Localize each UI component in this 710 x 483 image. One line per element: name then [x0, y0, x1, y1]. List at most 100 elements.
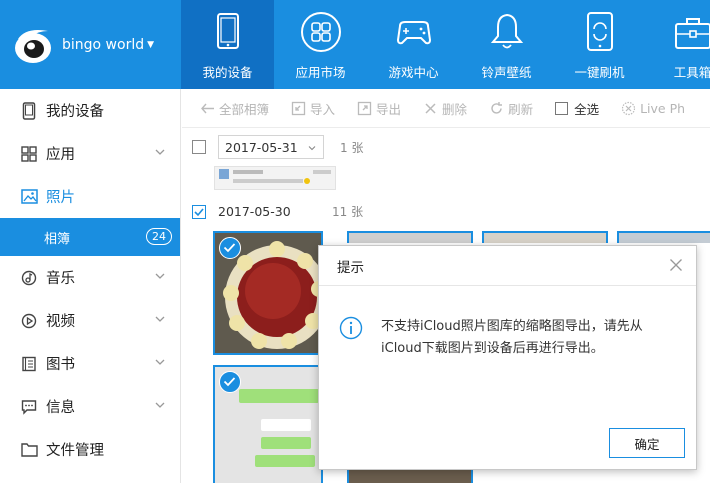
chevron-down-icon: [155, 359, 165, 365]
ok-button[interactable]: 确定: [609, 428, 685, 458]
nav-my-device[interactable]: 我的设备: [181, 0, 274, 89]
group-checkbox-checked[interactable]: [192, 204, 206, 219]
export-label: 导出: [376, 101, 402, 117]
chevron-down-icon: [308, 146, 316, 151]
album-count-badge: 24: [146, 228, 172, 245]
nav-one-click-flash[interactable]: 一键刷机: [553, 0, 646, 89]
toolbox-icon: [674, 18, 710, 49]
checkbox-icon: [555, 101, 569, 115]
photo-toolbar: 全部相簿 导入 导出 删除 刷新 全选 Live Ph: [182, 89, 710, 128]
nav-label: 游戏中心: [388, 65, 439, 80]
sidebar-item-albums[interactable]: 相簿 24: [0, 218, 180, 256]
sidebar-item-label: 音乐: [46, 271, 75, 287]
video-icon: [20, 312, 38, 330]
delete-label: 删除: [442, 101, 468, 117]
nav-label: 我的设备: [202, 65, 253, 80]
all-albums-button[interactable]: 全部相簿: [200, 99, 269, 118]
refresh-label: 刷新: [508, 101, 534, 117]
export-icon: [357, 101, 372, 115]
photo-thumbnail[interactable]: [617, 231, 710, 243]
sidebar-item-photos[interactable]: 照片: [0, 175, 180, 218]
apps-icon: [20, 145, 38, 163]
account-menu[interactable]: bingo world ▼: [0, 0, 181, 89]
chevron-down-icon: [155, 316, 165, 322]
selected-check-icon: [219, 237, 241, 259]
live-photo-button[interactable]: Live Ph: [621, 101, 685, 116]
nav-label: 应用市场: [295, 65, 346, 80]
sidebar-item-label: 信息: [46, 400, 75, 416]
phone-refresh-icon: [586, 12, 613, 51]
sidebar-item-label: 视频: [46, 314, 75, 330]
sidebar-item-music[interactable]: 音乐: [0, 256, 180, 299]
checkmark-icon: [194, 207, 204, 216]
selected-check-icon: [219, 371, 241, 393]
refresh-button[interactable]: 刷新: [489, 99, 533, 118]
dialog-title: 提示: [337, 259, 364, 276]
folder-icon: [20, 441, 38, 459]
music-icon: [20, 269, 38, 287]
sidebar-item-messages[interactable]: 信息: [0, 385, 180, 428]
chevron-down-icon: [155, 149, 165, 155]
close-icon[interactable]: [668, 257, 684, 273]
export-button[interactable]: 导出: [357, 99, 401, 118]
dialog-body: 不支持iCloud照片图库的缩略图导出，请先从iCloud下载图片到设备后再进行…: [339, 316, 681, 360]
import-icon: [291, 101, 306, 115]
group-checkbox[interactable]: [192, 140, 206, 154]
nav-game-center[interactable]: 游戏中心: [367, 0, 460, 89]
nav-ringtones-wallpapers[interactable]: 铃声壁纸: [460, 0, 553, 89]
group-count: 11 张: [332, 205, 364, 219]
live-photo-icon: [621, 101, 636, 115]
nav-label: 一键刷机: [574, 65, 625, 80]
sidebar-item-label: 我的设备: [46, 104, 104, 120]
sidebar-item-label: 图书: [46, 357, 75, 373]
top-header: bingo world ▼ 我的设备 应用市场 游戏中心 铃声壁纸 一键刷机 工…: [0, 0, 710, 89]
sidebar-item-label: 照片: [46, 190, 75, 206]
import-button[interactable]: 导入: [291, 99, 335, 118]
import-label: 导入: [310, 101, 336, 117]
account-name: bingo world ▼: [62, 36, 155, 53]
live-photo-label: Live Ph: [640, 100, 686, 116]
dialog-message: 不支持iCloud照片图库的缩略图导出，请先从iCloud下载图片到设备后再进行…: [381, 319, 643, 356]
sidebar-item-books[interactable]: 图书: [0, 342, 180, 385]
info-icon: [339, 316, 363, 340]
gamepad-icon: [396, 21, 431, 45]
photo-icon: [20, 188, 38, 206]
sidebar-item-label: 文件管理: [46, 443, 104, 459]
itools-logo-icon: [12, 25, 56, 65]
select-all-label: 全选: [574, 101, 600, 117]
date-select[interactable]: 2017-05-31: [218, 135, 324, 159]
photo-thumbnail[interactable]: [347, 231, 473, 243]
caret-down-icon: ▼: [147, 39, 155, 50]
sidebar-item-video[interactable]: 视频: [0, 299, 180, 342]
sidebar-item-label: 相簿: [44, 231, 71, 247]
bell-icon: [490, 13, 523, 49]
device-icon: [20, 101, 38, 120]
nav-label: 工具箱: [673, 65, 710, 80]
refresh-icon: [491, 101, 503, 114]
sidebar-item-label: 应用: [46, 147, 75, 163]
sidebar: 我的设备 应用 照片 相簿 24 音乐 视频 图书 信息 文件管理: [0, 89, 181, 483]
photo-thumbnail[interactable]: [213, 365, 323, 483]
photo-thumbnail[interactable]: [482, 231, 608, 243]
photo-thumbnail[interactable]: [214, 166, 336, 190]
nav-toolbox[interactable]: 工具箱: [646, 0, 710, 89]
delete-button[interactable]: 删除: [423, 99, 467, 118]
dialog-title-bar: 提示: [319, 246, 696, 286]
apps-grid-icon: [300, 12, 341, 52]
photo-thumbnail[interactable]: [213, 231, 323, 355]
delete-icon: [425, 102, 436, 114]
sidebar-item-file-manager[interactable]: 文件管理: [0, 428, 180, 471]
select-all-checkbox[interactable]: 全选: [555, 99, 599, 118]
chevron-down-icon: [155, 402, 165, 408]
sidebar-item-my-device[interactable]: 我的设备: [0, 89, 180, 132]
nav-label: 铃声壁纸: [481, 65, 532, 80]
group-date: 2017-05-30: [218, 204, 291, 219]
chevron-down-icon: [155, 273, 165, 279]
sidebar-item-apps[interactable]: 应用: [0, 132, 180, 175]
group-count: 1 张: [340, 140, 364, 155]
main-nav: 我的设备 应用市场 游戏中心 铃声壁纸 一键刷机 工具箱: [181, 0, 710, 89]
message-icon: [20, 398, 38, 416]
book-icon: [20, 355, 38, 373]
nav-app-market[interactable]: 应用市场: [274, 0, 367, 89]
group-date: 2017-05-31: [225, 139, 298, 155]
